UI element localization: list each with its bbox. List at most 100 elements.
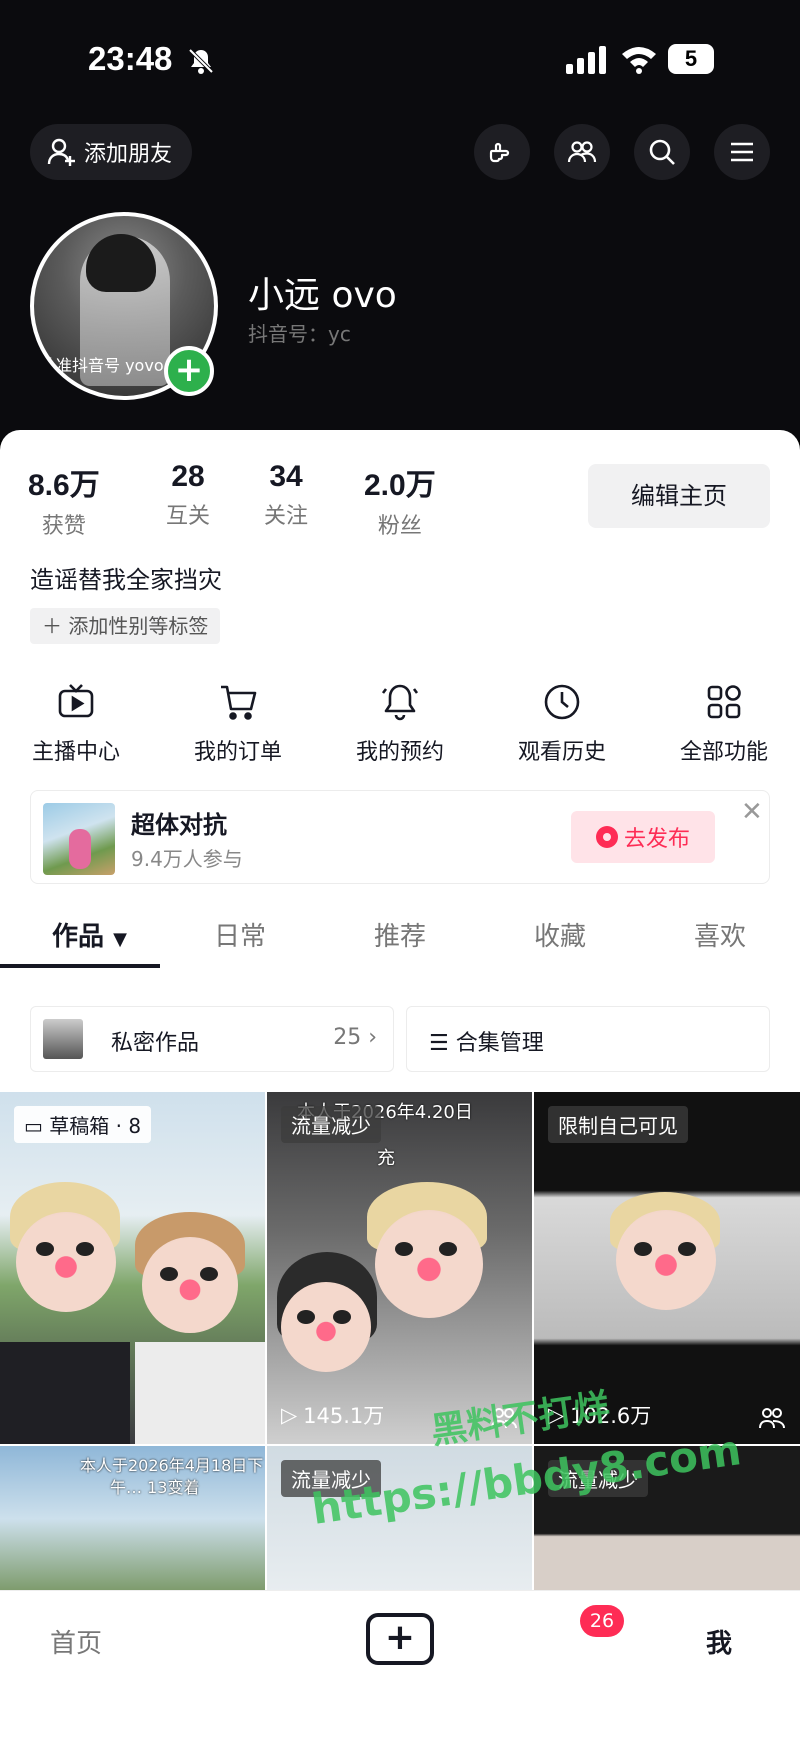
video-cell[interactable]: 本人于2026年4月18日下 午… 13变着 (0, 1446, 265, 1592)
plus-icon: + (384, 1617, 416, 1658)
search-icon (649, 139, 675, 165)
stat-following[interactable]: 34 关注 (264, 460, 308, 530)
tab-recommended[interactable]: 推荐 (374, 916, 426, 953)
video-overlay-text: 充 (377, 1148, 395, 1169)
person-eye (297, 1310, 315, 1324)
hamburger-menu-icon (731, 142, 753, 162)
function-label: 我的订单 (193, 740, 282, 765)
nickname: 小远 ovo (248, 275, 397, 316)
tab-label: 作品 (52, 922, 105, 952)
add-tag-button[interactable]: ＋ 添加性别等标签 (30, 608, 221, 644)
stat-label: 关注 (264, 504, 309, 529)
nav-me[interactable]: 我 (706, 1623, 732, 1660)
function-label: 我的预约 (355, 740, 444, 765)
banner-title: 超体对抗 (131, 811, 227, 839)
person-face (375, 1210, 483, 1318)
cell-label: 限制自己可见 (548, 1106, 688, 1143)
function-watch-history[interactable]: 观看历史 (492, 682, 632, 766)
hand-button[interactable] (474, 124, 530, 180)
video-overlay-text: 本人于2026年4月18日下 (80, 1456, 264, 1475)
person-face (16, 1212, 116, 1312)
stat-label: 获赞 (41, 514, 86, 539)
nav-home[interactable]: 首页 (50, 1623, 102, 1660)
add-story-plus-icon[interactable]: + (164, 346, 214, 396)
bell-icon (381, 684, 419, 721)
function-label: 全部功能 (679, 740, 768, 765)
person-eye (333, 1310, 351, 1324)
person-hoodie (135, 1342, 265, 1444)
video-overlay-text: 午… 13变着 (110, 1478, 200, 1497)
person-face (616, 1210, 716, 1310)
video-cell[interactable]: 本人于2026年4.20日 流量减少 充 ▷ 145.1万 (267, 1092, 532, 1444)
publish-button[interactable]: 去发布 (571, 811, 715, 863)
challenge-banner[interactable]: 超体对抗 9.4万人参与 去发布 ✕ (30, 790, 770, 884)
create-button[interactable]: + (366, 1613, 434, 1665)
tab-liked[interactable]: 喜欢 (694, 916, 746, 953)
stat-number: 2.0万 (364, 469, 436, 502)
battery-indicator: 5 (668, 44, 714, 74)
status-time: 23:48 (88, 40, 173, 77)
collection-manage-text: 合集管理 (455, 1031, 544, 1056)
avatar-watermark: 认准抖音号 yovo (40, 356, 164, 375)
edit-profile-button[interactable]: 编辑主页 (588, 464, 770, 528)
list-icon: ☰ (429, 1031, 449, 1056)
wifi-icon (622, 47, 656, 74)
pointing-hand-icon (489, 142, 510, 163)
stat-label: 互关 (166, 504, 211, 529)
function-all-features[interactable]: 全部功能 (654, 682, 794, 766)
stat-likes[interactable]: 8.6万 获赞 (28, 460, 100, 540)
menu-button[interactable] (714, 124, 770, 180)
collection-manage-button[interactable]: ☰ 合集管理 (406, 1006, 770, 1072)
collection-manage-label: ☰ 合集管理 (429, 1025, 544, 1057)
person-face (142, 1237, 238, 1333)
clock-icon (544, 684, 580, 720)
bell-off-icon (188, 48, 214, 74)
cell-label: ▭ 草稿箱 · 8 (14, 1106, 152, 1143)
video-cell-drafts[interactable]: ▭ 草稿箱 · 8 (0, 1092, 265, 1444)
function-label: 观看历史 (517, 740, 606, 765)
stat-number: 28 (171, 460, 205, 493)
stat-mutual[interactable]: 28 互关 (166, 460, 210, 530)
person-eye (200, 1267, 218, 1281)
private-works-count: 25 › (333, 1025, 377, 1050)
message-badge[interactable]: 26 (580, 1605, 624, 1637)
status-bar: 23:48 5 (0, 36, 800, 84)
stat-followers[interactable]: 2.0万 粉丝 (364, 460, 436, 540)
friends-visible-icon (759, 1408, 785, 1429)
camera-icon (595, 826, 618, 848)
tab-works[interactable]: 作品 ▼ (52, 916, 127, 953)
bio: 造谣替我全家挡灾 (30, 566, 222, 594)
douyin-id[interactable]: 抖音号：yc (248, 318, 351, 347)
friends-icon (567, 141, 597, 163)
tab-favorites[interactable]: 收藏 (534, 916, 586, 953)
person-eye (678, 1242, 696, 1256)
play-count-value: 145.1万 (303, 1404, 385, 1428)
play-icon: ▷ (281, 1403, 298, 1427)
bottom-nav: 首页 + 26 我 (0, 1590, 800, 1738)
signal-icon (566, 46, 606, 74)
private-works-button[interactable]: 私密作品 25 › (30, 1006, 394, 1072)
draft-box-icon: ▭ (24, 1114, 43, 1138)
add-friend-button[interactable]: 添加朋友 (30, 124, 193, 180)
caret-down-icon: ▼ (113, 929, 127, 950)
stat-number: 34 (269, 460, 303, 493)
search-button[interactable] (634, 124, 690, 180)
tab-underline (0, 964, 160, 968)
function-label: 主播中心 (31, 740, 120, 765)
person-eye (439, 1242, 457, 1256)
private-works-label: 私密作品 (111, 1031, 200, 1056)
function-streamer-center[interactable]: 主播中心 (6, 682, 146, 766)
tab-daily[interactable]: 日常 (214, 916, 266, 953)
publish-label: 去发布 (623, 827, 690, 852)
content-tabs: 作品 ▼ 日常 推荐 收藏 喜欢 (0, 906, 800, 968)
grid-icon (707, 685, 741, 719)
function-my-reservations[interactable]: 我的预约 (330, 682, 470, 766)
function-my-orders[interactable]: 我的订单 (168, 682, 308, 766)
tv-icon (58, 684, 94, 718)
person-eye (36, 1242, 54, 1256)
banner-thumbnail-figure (69, 829, 91, 869)
friends-button[interactable] (554, 124, 610, 180)
banner-thumbnail (43, 803, 115, 875)
person-eye (160, 1267, 178, 1281)
close-icon[interactable]: ✕ (741, 797, 763, 827)
